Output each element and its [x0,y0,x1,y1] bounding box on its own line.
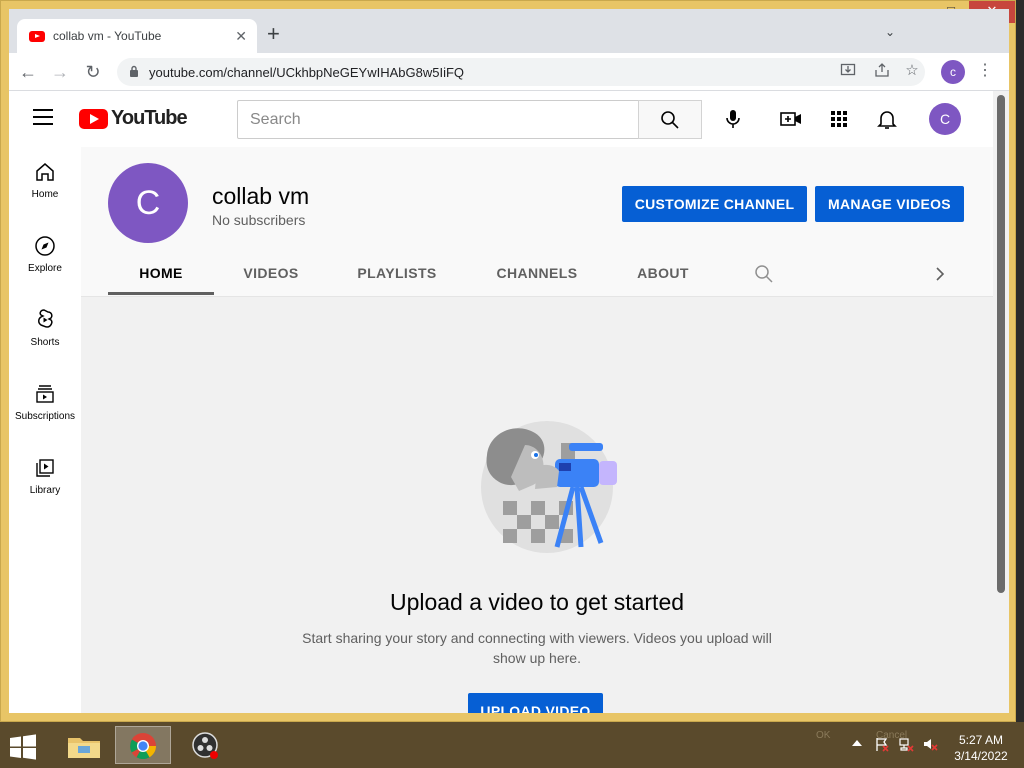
account-avatar[interactable]: C [929,103,961,135]
tab-search-chevron-icon[interactable]: ⌄ [885,25,895,39]
taskbar-obs[interactable] [178,726,234,764]
shorts-icon [38,309,53,328]
channel-header: C collab vm No subscribers CUSTOMIZE CHA… [81,147,993,297]
chrome-window: ▁ □ ✕ collab vm - YouTube ✕ + ⌄ ← → ↻ yo… [0,0,1016,722]
tab-home[interactable]: HOME [108,255,214,295]
empty-state-description: Start sharing your story and connecting … [302,630,772,666]
tab-title: collab vm - YouTube [53,29,162,43]
subscriber-count: No subscribers [212,212,306,228]
chrome-profile-avatar[interactable]: c [941,60,965,84]
create-video-icon[interactable] [779,107,803,131]
apps-grid-icon[interactable] [827,107,851,131]
system-clock[interactable]: 5:27 AM 3/14/2022 [948,732,1014,764]
microphone-icon[interactable] [721,107,745,131]
obs-recording-icon [192,732,218,759]
guide-label: Home [31,189,59,200]
scrollbar-thumb[interactable] [997,95,1005,593]
install-app-icon[interactable] [839,62,857,83]
chrome-menu-icon[interactable]: ⋮ [977,61,993,81]
tab-playlists[interactable]: PLAYLISTS [347,255,447,295]
search-button[interactable] [638,100,702,139]
taskbar-chrome[interactable] [115,726,171,764]
search-icon [661,111,679,129]
guide-item-home[interactable]: Home [9,147,81,217]
tab-channels[interactable]: CHANNELS [485,255,589,295]
reload-icon[interactable]: ↻ [82,61,104,83]
forward-icon[interactable]: → [49,61,71,83]
youtube-masthead: YouTube Search C [9,91,993,147]
guide-label: Subscriptions [14,411,76,422]
lock-icon [129,65,139,80]
guide-item-shorts[interactable]: Shorts [9,295,81,365]
desktop-screen: ▁ □ ✕ collab vm - YouTube ✕ + ⌄ ← → ↻ yo… [0,0,1024,768]
network-icon[interactable] [898,736,914,752]
guide-item-explore[interactable]: Explore [9,221,81,291]
bookmark-star-icon[interactable]: ☆ [903,62,921,80]
chrome-icon [130,733,157,760]
customize-channel-button[interactable]: CUSTOMIZE CHANNEL [622,186,807,222]
windows-taskbar: OK Cancel 5:27 AM 3/14/2022 [0,722,1024,768]
guide-label: Shorts [30,337,60,348]
clock-date: 3/14/2022 [954,749,1008,763]
show-hidden-icons-chevron-icon[interactable] [852,740,862,746]
upload-video-button[interactable]: UPLOAD VIDEO [468,693,603,713]
guide-label: Explore [28,263,62,274]
windows-start-icon[interactable] [8,734,38,760]
new-tab-button[interactable]: + [267,23,280,45]
compass-icon [35,236,55,256]
taskbar-file-explorer[interactable] [58,726,114,764]
hamburger-menu-icon[interactable] [33,109,53,125]
youtube-favicon-icon [29,30,45,42]
home-icon [36,163,54,181]
youtube-page: YouTube Search C Home Explore Shorts Sub… [9,91,1009,713]
tab-close-icon[interactable]: ✕ [235,28,247,45]
action-center-flag-icon[interactable] [874,736,890,752]
channel-home-content: Upload a video to get started Start shar… [81,297,993,713]
channel-name: collab vm [212,183,310,209]
browser-toolbar: ← → ↻ youtube.com/channel/UCkhbpNeGEYwIH… [9,53,1009,91]
clock-time: 5:27 AM [958,733,1004,747]
youtube-logo[interactable]: YouTube [79,107,188,130]
share-icon[interactable] [873,62,891,83]
notifications-bell-icon[interactable] [875,107,899,131]
guide-item-subscriptions[interactable]: Subscriptions [9,369,81,439]
guide-label: Library [29,485,61,496]
chevron-right-icon[interactable] [933,266,947,282]
empty-state-title: Upload a video to get started [389,589,685,615]
tray-ok-text: OK [816,730,831,741]
tab-about[interactable]: ABOUT [627,255,699,295]
videographer-illustration [481,421,617,553]
tab-strip: collab vm - YouTube ✕ + ⌄ [9,9,1009,53]
manage-videos-button[interactable]: MANAGE VIDEOS [815,186,964,222]
search-input[interactable]: Search [237,100,639,139]
page-scrollbar[interactable] [993,91,1009,713]
address-bar[interactable]: youtube.com/channel/UCkhbpNeGEYwIHAbG8w5… [117,58,925,86]
channel-search-icon[interactable] [754,264,774,284]
volume-muted-icon[interactable] [922,736,938,752]
browser-tab[interactable]: collab vm - YouTube ✕ [17,19,257,53]
guide-item-library[interactable]: Library [9,443,81,513]
guide-sidebar: Home Explore Shorts Subscriptions Librar… [9,147,81,713]
library-icon [36,459,54,477]
youtube-logo-text: YouTube [111,107,188,129]
back-icon[interactable]: ← [17,61,39,83]
file-explorer-icon [68,738,100,758]
url-text: youtube.com/channel/UCkhbpNeGEYwIHAbG8w5… [149,64,465,80]
subscriptions-icon [36,385,54,403]
youtube-play-icon [79,108,108,129]
tab-videos[interactable]: VIDEOS [231,255,311,295]
channel-avatar: C [108,163,188,243]
